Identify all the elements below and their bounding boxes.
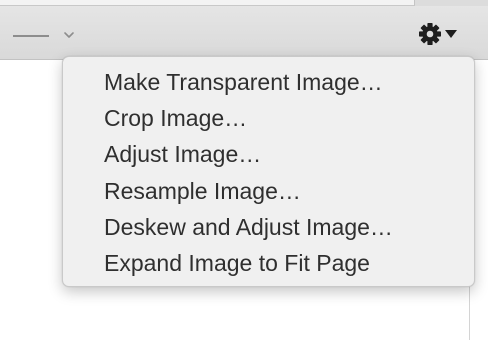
toolbar	[0, 6, 488, 60]
action-menu-button[interactable]	[414, 20, 466, 50]
chevron-down-icon	[64, 32, 74, 38]
menu-item-make-transparent-image[interactable]: Make Transparent Image…	[63, 64, 474, 100]
gear-icon	[419, 23, 441, 45]
image-actions-menu: Make Transparent Image… Crop Image… Adju…	[62, 56, 475, 287]
menu-item-crop-image[interactable]: Crop Image…	[63, 100, 474, 136]
menu-item-adjust-image[interactable]: Adjust Image…	[63, 136, 474, 172]
menu-item-resample-image[interactable]: Resample Image…	[63, 173, 474, 209]
menu-item-deskew-and-adjust-image[interactable]: Deskew and Adjust Image…	[63, 209, 474, 245]
line-style-icon	[13, 35, 49, 37]
line-style-button[interactable]	[10, 24, 82, 48]
caret-down-icon	[445, 30, 457, 38]
menu-item-expand-image-to-fit-page[interactable]: Expand Image to Fit Page	[63, 245, 474, 281]
